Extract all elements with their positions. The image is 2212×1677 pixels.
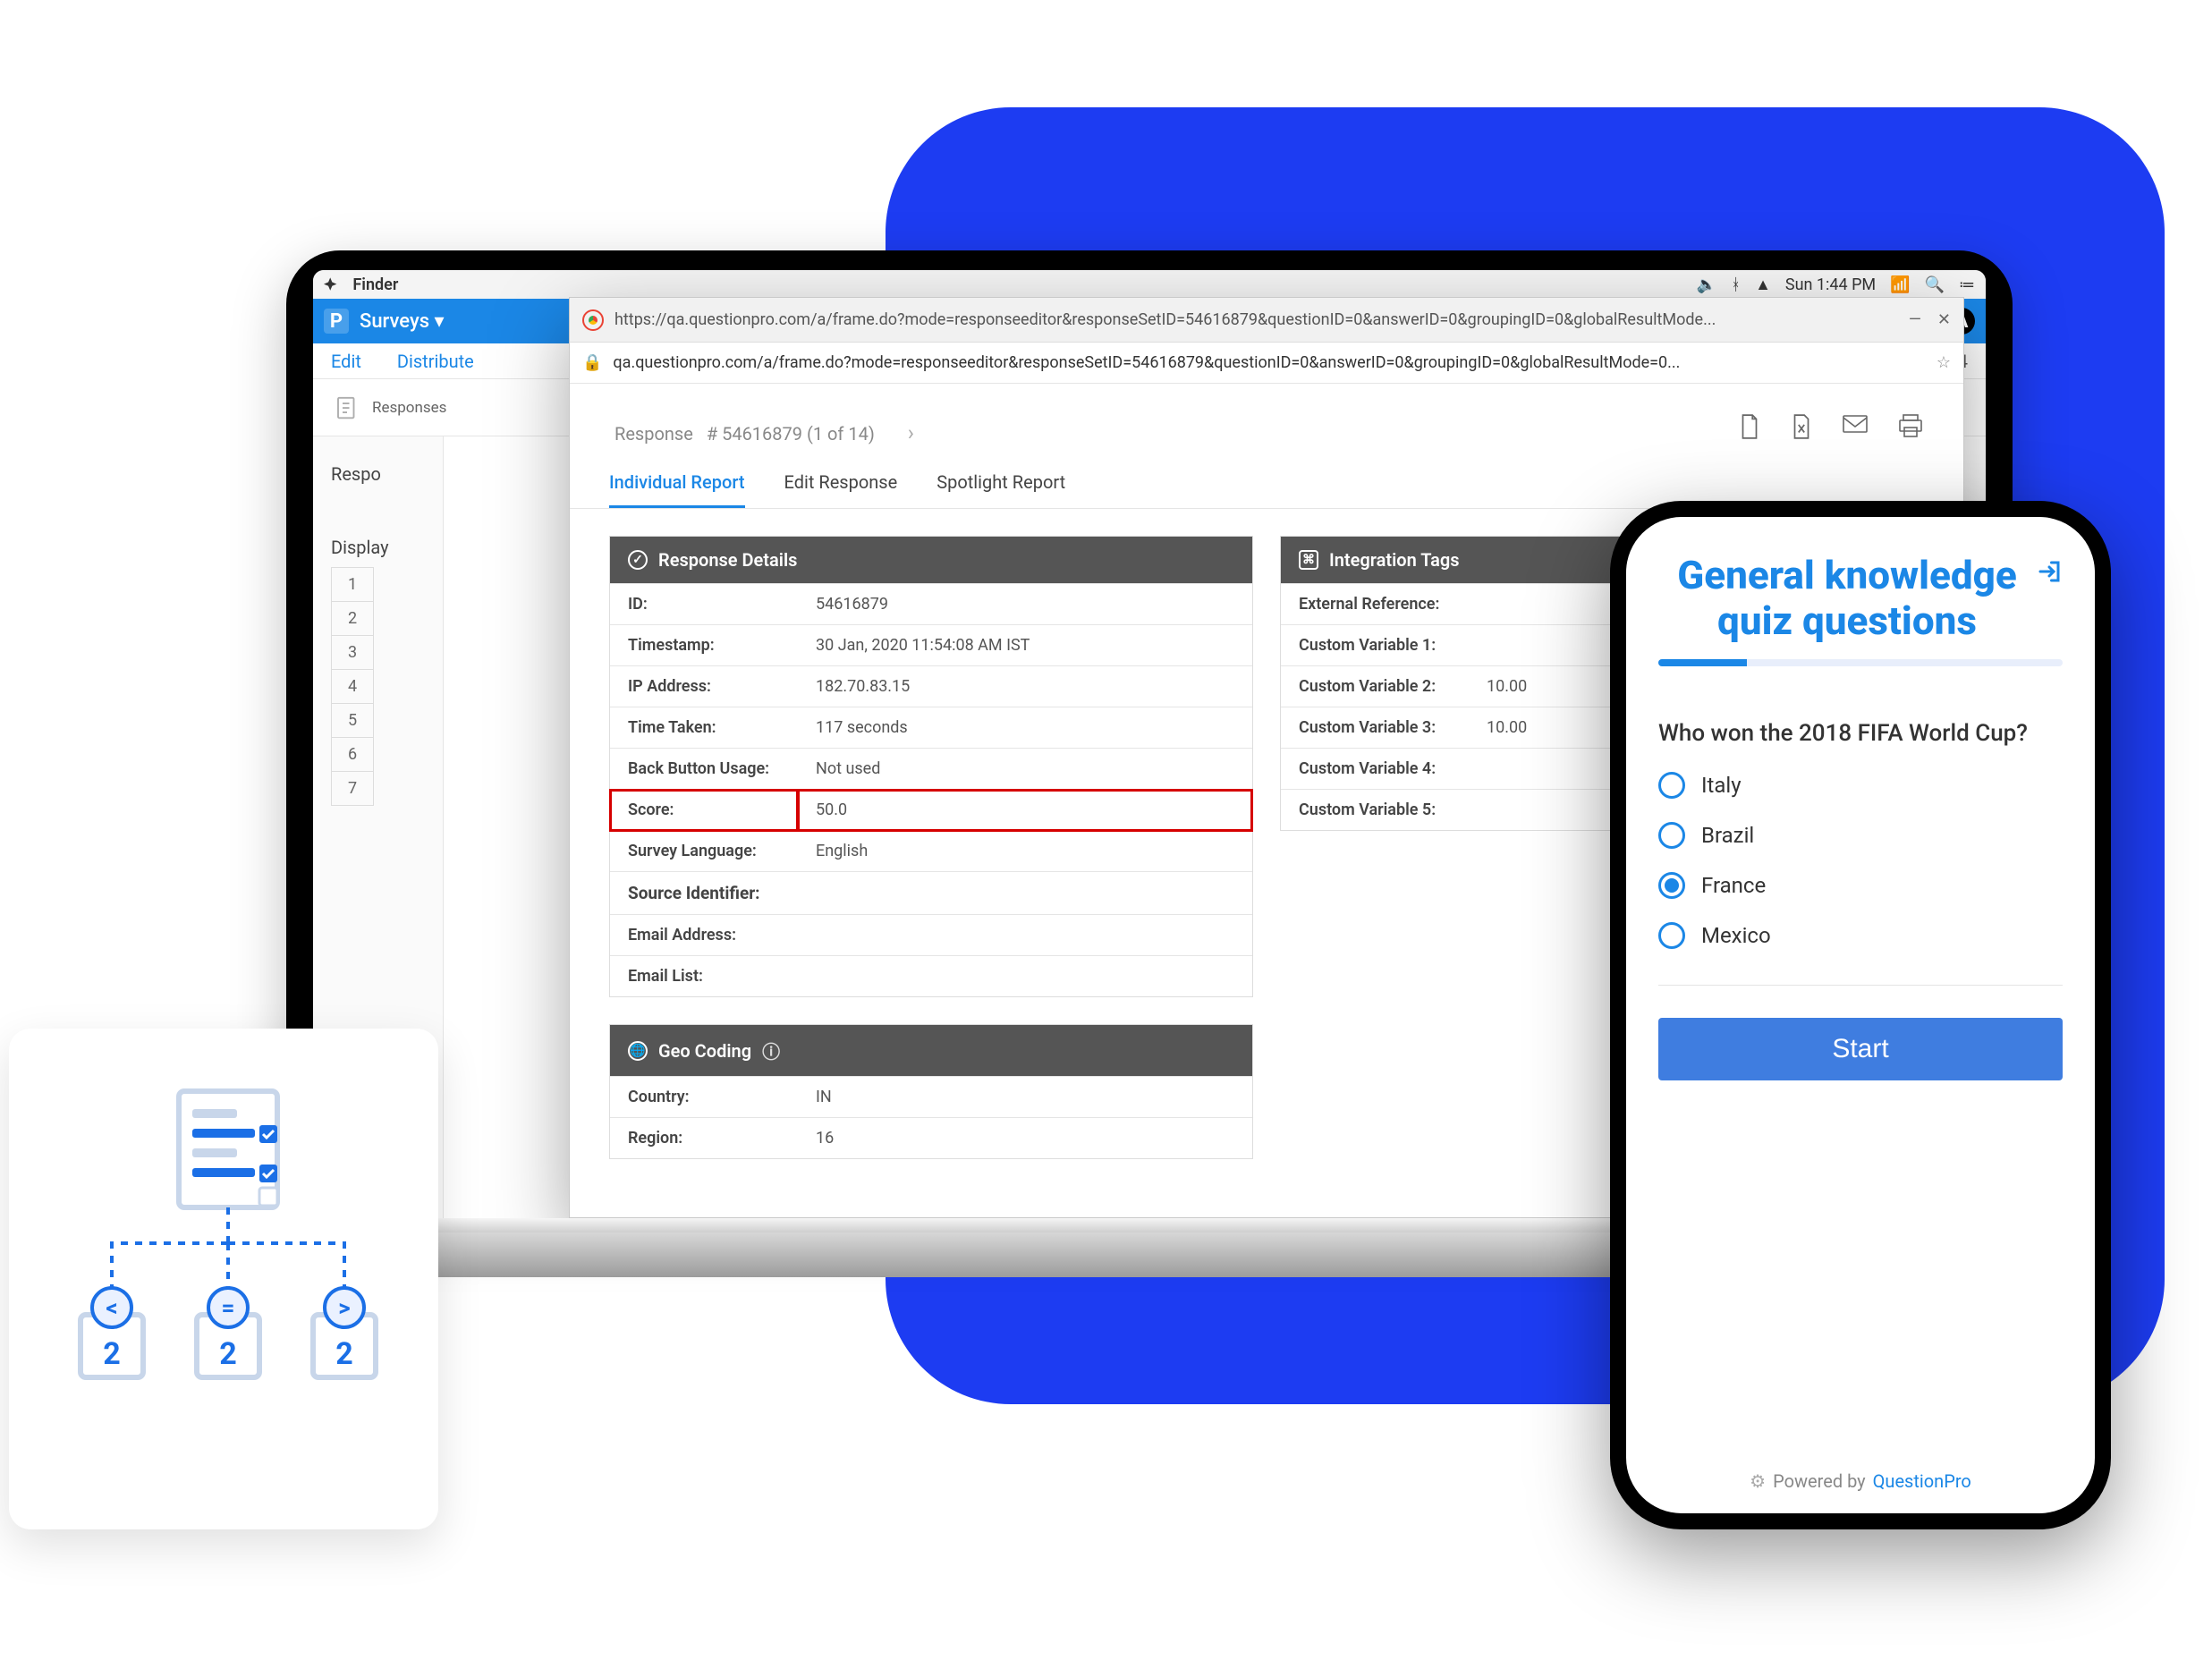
app-logo-icon[interactable]: P xyxy=(324,309,349,334)
clock: Sun 1:44 PM xyxy=(1785,275,1876,294)
option-label: Brazil xyxy=(1701,823,1754,848)
detail-row: Email List: xyxy=(610,956,1252,997)
audio-icon: 🔈 xyxy=(1697,275,1716,294)
quiz-option[interactable]: Mexico xyxy=(1658,922,2063,949)
svg-text:2: 2 xyxy=(335,1336,353,1372)
panel-heading: Integration Tags xyxy=(1329,549,1460,571)
minimize-icon[interactable]: — xyxy=(1909,310,1921,329)
tab-spotlight-report[interactable]: Spotlight Report xyxy=(936,471,1065,508)
quiz-option[interactable]: Brazil xyxy=(1658,822,2063,849)
detail-row: ID:54616879 xyxy=(610,584,1252,625)
close-icon[interactable]: ✕ xyxy=(1937,310,1951,329)
star-icon[interactable]: ☆ xyxy=(1937,353,1951,372)
apple-logo-icon: 🟆 xyxy=(324,273,336,297)
email-icon[interactable] xyxy=(1842,413,1869,445)
surveys-dropdown[interactable]: Surveys xyxy=(360,310,445,333)
quiz-options: Italy Brazil France Mexico xyxy=(1658,772,2063,949)
branching-logic-card: < 2 = 2 > 2 xyxy=(9,1029,438,1529)
nav-edit[interactable]: Edit xyxy=(331,351,361,372)
geo-coding-panel: 🌐 Geo Coding ⓘ Country:IN Region:16 xyxy=(609,1024,1253,1159)
quiz-question: Who won the 2018 FIFA World Cup? xyxy=(1658,720,2063,747)
geo-row: Country:IN xyxy=(610,1077,1252,1118)
svg-text:2: 2 xyxy=(219,1336,237,1372)
help-icon[interactable]: ⓘ xyxy=(762,1038,780,1063)
radio-icon xyxy=(1658,922,1685,949)
chrome-titlebar: https://qa.questionpro.com/a/frame.do?mo… xyxy=(570,298,1963,343)
radio-icon xyxy=(1658,872,1685,899)
globe-icon: 🌐 xyxy=(628,1041,648,1061)
option-label: Italy xyxy=(1701,773,1742,798)
progress-bar xyxy=(1658,659,2063,666)
address-text: qa.questionpro.com/a/frame.do?mode=respo… xyxy=(613,353,1925,372)
check-circle-icon: ✓ xyxy=(628,550,648,570)
svg-text:>: > xyxy=(338,1295,350,1322)
svg-text:<: < xyxy=(106,1295,117,1322)
svg-text:2: 2 xyxy=(103,1336,121,1372)
detail-row: Back Button Usage:Not used xyxy=(610,749,1252,790)
detail-row: Email Address: xyxy=(610,915,1252,956)
radio-icon xyxy=(1658,822,1685,849)
start-button[interactable]: Start xyxy=(1658,1018,2063,1080)
table-row: 1 xyxy=(332,568,374,602)
score-row: Score:50.0 xyxy=(610,790,1252,831)
next-response-icon[interactable]: › xyxy=(908,420,914,445)
table-row: 3 xyxy=(332,636,374,670)
table-row: 5 xyxy=(332,704,374,738)
exit-icon[interactable] xyxy=(2036,553,2063,592)
mac-menu-bar: 🟆 Finder 🔈 ᚼ ▲ Sun 1:44 PM 📶 🔍 ≔ xyxy=(313,270,1986,299)
export-excel-icon[interactable] xyxy=(1790,413,1813,445)
print-icon[interactable] xyxy=(1897,413,1924,445)
response-meta: # 54616879 (1 of 14) xyxy=(707,423,875,445)
divider xyxy=(1658,985,2063,986)
tab-individual-report[interactable]: Individual Report xyxy=(609,471,745,508)
panel-heading: Geo Coding xyxy=(658,1040,751,1062)
branching-diagram-icon: < 2 = 2 > 2 xyxy=(54,1082,394,1476)
chrome-address-bar[interactable]: 🔒 qa.questionpro.com/a/frame.do?mode=res… xyxy=(570,343,1963,384)
option-label: Mexico xyxy=(1701,923,1771,948)
chrome-title-url: https://qa.questionpro.com/a/frame.do?mo… xyxy=(614,310,1898,329)
report-tabs: Individual Report Edit Response Spotligh… xyxy=(570,448,1963,509)
geo-row: Region:16 xyxy=(610,1118,1252,1159)
page-title: Response # 54616879 (1 of 14) › xyxy=(609,411,914,448)
signal-icon: 📶 xyxy=(1890,275,1910,294)
quiz-option[interactable]: Italy xyxy=(1658,772,2063,799)
nav-distribute[interactable]: Distribute xyxy=(397,351,474,372)
responses-heading-fragment: Respo xyxy=(313,436,443,485)
search-icon: 🔍 xyxy=(1925,275,1945,294)
phone-frame: General knowledge quiz questions Who won… xyxy=(1610,501,2111,1529)
svg-text:=: = xyxy=(222,1295,235,1322)
option-label: France xyxy=(1701,873,1766,898)
detail-row: Time Taken:117 seconds xyxy=(610,707,1252,749)
questionpro-link[interactable]: QuestionPro xyxy=(1873,1470,1971,1492)
export-pdf-icon[interactable] xyxy=(1738,413,1761,445)
responses-tab[interactable]: Responses xyxy=(372,399,446,417)
wifi-icon: ▲ xyxy=(1755,275,1771,294)
responses-icon[interactable] xyxy=(331,392,363,424)
gear-icon: ⚙ xyxy=(1750,1470,1766,1492)
chrome-favicon-icon xyxy=(582,309,604,331)
radio-icon xyxy=(1658,772,1685,799)
menu-icon: ≔ xyxy=(1959,275,1975,294)
row-index-table: 1 2 3 4 5 6 7 xyxy=(331,567,374,806)
bluetooth-icon: ᚼ xyxy=(1731,275,1741,294)
powered-by: ⚙ Powered by QuestionPro xyxy=(1750,1470,1971,1492)
lock-icon: 🔒 xyxy=(582,353,602,372)
response-details-panel: ✓ Response Details ID:54616879 Timestamp… xyxy=(609,536,1253,997)
table-row: 6 xyxy=(332,738,374,772)
panel-heading: Response Details xyxy=(658,549,797,571)
tag-icon: ⌘ xyxy=(1299,550,1318,570)
quiz-option[interactable]: France xyxy=(1658,872,2063,899)
finder-label: Finder xyxy=(352,275,398,294)
table-row: 2 xyxy=(332,602,374,636)
detail-row: Timestamp:30 Jan, 2020 11:54:08 AM IST xyxy=(610,625,1252,666)
detail-row: Survey Language:English xyxy=(610,831,1252,872)
source-identifier-heading: Source Identifier: xyxy=(610,872,1252,915)
display-heading-fragment: Display xyxy=(331,537,443,558)
table-row: 4 xyxy=(332,670,374,704)
tab-edit-response[interactable]: Edit Response xyxy=(784,471,898,508)
table-row: 7 xyxy=(332,772,374,806)
quiz-title: General knowledge quiz questions xyxy=(1658,553,2036,643)
detail-row: IP Address:182.70.83.15 xyxy=(610,666,1252,707)
